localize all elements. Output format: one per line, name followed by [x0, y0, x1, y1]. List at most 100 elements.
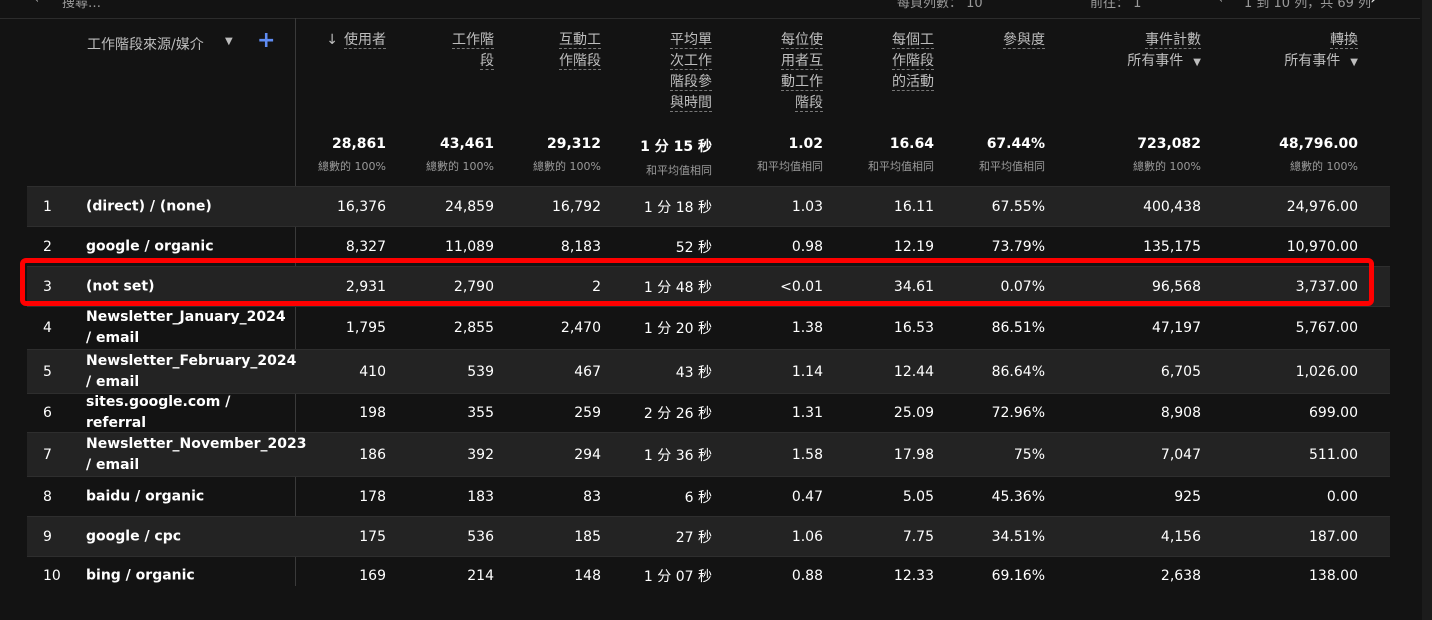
row-source-medium[interactable]: Newsletter_November_2023 / email [86, 434, 307, 476]
rows-per-page-label[interactable]: 每頁列數： 10 [897, 0, 983, 11]
cell-sessions: 392 [467, 446, 494, 463]
report-table: 工作階段來源/媒介 ▼ + ↓ 使用者 28,861 總數的 100% 工作階段 43,4… [27, 18, 1390, 595]
cell-sessions: 536 [467, 528, 494, 545]
cell-avg_time: 2 分 26 秒 [643, 406, 712, 422]
row-source-medium[interactable]: baidu / organic [86, 486, 286, 507]
cell-event_count: 4,156 [1160, 528, 1201, 545]
row-index: 7 [43, 446, 52, 463]
cell-users: 410 [359, 363, 386, 380]
cell-sessions: 24,859 [445, 198, 494, 215]
cell-engagement_rate: 86.51% [991, 320, 1045, 336]
event-filter-dropdown[interactable]: 所有事件 ▼ [1284, 51, 1358, 73]
cell-avg_time: 6 秒 [684, 489, 712, 506]
table-row[interactable]: 6 sites.google.com / referral 198 355 259 2 分… [27, 393, 1390, 432]
cell-eng_per_user: 0.47 [791, 488, 823, 505]
column-header-avg_time[interactable]: 平均單 次工作 階段參 與時間 [670, 30, 712, 114]
back-arrow-icon[interactable]: ‹ [34, 0, 39, 7]
cell-engaged: 8,183 [560, 238, 601, 255]
table-row[interactable]: 1 (direct) / (none) 16,376 24,859 16,792 1 分 … [27, 186, 1390, 226]
cell-users: 1,795 [345, 320, 386, 336]
cell-engaged: 467 [574, 363, 601, 380]
cell-conversions: 1,026.00 [1295, 363, 1358, 380]
cell-engaged: 294 [574, 446, 601, 463]
cell-avg_time: 1 分 36 秒 [643, 447, 712, 464]
total-event_count: 723,082 總數的 100% [1133, 136, 1201, 173]
search-label[interactable]: 搜尋… [62, 0, 101, 11]
add-dimension-icon[interactable]: + [257, 30, 275, 52]
column-header-conversions[interactable]: 轉換 所有事件 ▼ [1284, 30, 1358, 73]
total-events_per_session: 16.64 和平均值相同 [868, 136, 934, 173]
table-row[interactable]: 4 Newsletter_January_2024 / email 1,795 2,8… [27, 306, 1390, 349]
page-range-text: 1 到 10 列，共 69 列 [1244, 0, 1372, 11]
dimension-dropdown-icon[interactable]: ▼ [225, 36, 233, 47]
column-header-events_per_session[interactable]: 每個工 作階段 的活動 [892, 30, 934, 93]
cell-engagement_rate: 45.36% [991, 488, 1045, 505]
cell-users: 16,376 [337, 198, 386, 215]
cell-events_per_session: 5.05 [902, 488, 934, 505]
total-engaged: 29,312 總數的 100% [533, 136, 601, 173]
dimension-header[interactable]: 工作階段來源/媒介 [87, 34, 204, 54]
cell-conversions: 5,767.00 [1295, 320, 1358, 336]
cell-avg_time: 1 分 20 秒 [643, 321, 712, 337]
next-page-icon[interactable]: › [1370, 0, 1377, 9]
cell-engagement_rate: 75% [1013, 446, 1045, 463]
cell-engaged: 185 [574, 528, 601, 545]
total-engagement_rate: 67.44% 和平均值相同 [979, 136, 1045, 173]
total-conversions: 48,796.00 總數的 100% [1279, 136, 1358, 173]
row-source-medium[interactable]: bing / organic [86, 566, 286, 587]
row-index: 9 [43, 528, 52, 545]
cell-conversions: 511.00 [1309, 446, 1358, 463]
cell-conversions: 10,970.00 [1286, 238, 1358, 255]
row-source-medium[interactable]: (direct) / (none) [86, 196, 286, 217]
cell-engagement_rate: 34.51% [991, 528, 1045, 545]
row-source-medium[interactable]: google / organic [86, 236, 286, 257]
cell-event_count: 925 [1174, 488, 1201, 505]
prev-page-icon[interactable]: ‹ [1218, 0, 1223, 7]
cell-conversions: 699.00 [1309, 405, 1358, 421]
total-eng_per_user: 1.02 和平均值相同 [757, 136, 823, 173]
cell-event_count: 8,908 [1160, 405, 1201, 421]
table-row[interactable]: 7 Newsletter_November_2023 / email 186 392 2… [27, 432, 1390, 476]
column-header-users[interactable]: ↓ 使用者 [326, 30, 386, 51]
chevron-down-icon: ▼ [1193, 57, 1201, 68]
row-source-medium[interactable]: Newsletter_January_2024 / email [86, 307, 286, 349]
table-header: 工作階段來源/媒介 ▼ + ↓ 使用者 28,861 總數的 100% 工作階段 43,4… [27, 18, 1390, 186]
table-row[interactable]: 5 Newsletter_February_2024 / email 410 539 4… [27, 349, 1390, 393]
row-source-medium[interactable]: sites.google.com / referral [86, 392, 286, 434]
cell-events_per_session: 7.75 [902, 528, 934, 545]
cell-eng_per_user: 1.14 [791, 363, 823, 380]
table-row[interactable]: 8 baidu / organic 178 183 83 6 秒 0.47 5.05 45.36… [27, 476, 1390, 516]
cell-sessions: 2,855 [453, 320, 494, 336]
row-index: 2 [43, 238, 52, 255]
goto-label[interactable]: 前往： 1 [1090, 0, 1141, 11]
cell-events_per_session: 16.53 [893, 320, 934, 336]
column-header-engaged[interactable]: 互動工 作階段 [559, 30, 601, 72]
cell-sessions: 355 [467, 405, 494, 421]
pagination-bar: ‹ 搜尋… 每頁列數： 10 前往： 1 ‹ 1 到 10 列，共 69 列 › [0, 0, 1420, 19]
total-sessions: 43,461 總數的 100% [426, 136, 494, 173]
table-row[interactable]: 10 bing / organic 169 214 148 1 分 07 秒 0.88 12.… [27, 556, 1390, 595]
cell-conversions: 24,976.00 [1286, 198, 1358, 215]
cell-events_per_session: 12.44 [893, 363, 934, 380]
table-row[interactable]: 9 google / cpc 175 536 185 27 秒 1.06 7.75 34.51%… [27, 516, 1390, 556]
cell-conversions: 138.00 [1309, 568, 1358, 584]
row-source-medium[interactable]: google / cpc [86, 526, 286, 547]
scrollbar[interactable] [1422, 0, 1432, 620]
column-header-event_count[interactable]: 事件計數 所有事件 ▼ [1127, 30, 1201, 73]
cell-engagement_rate: 67.55% [991, 198, 1045, 215]
cell-engaged: 259 [574, 405, 601, 421]
column-header-engagement_rate[interactable]: 參與度 [1003, 30, 1045, 51]
sort-down-icon[interactable]: ↓ [326, 32, 338, 48]
cell-engaged: 83 [583, 488, 601, 505]
event-filter-dropdown[interactable]: 所有事件 ▼ [1127, 51, 1201, 73]
column-header-eng_per_user[interactable]: 每位使 用者互 動工作 階段 [781, 30, 823, 114]
row-source-medium[interactable]: Newsletter_February_2024 / email [86, 351, 296, 393]
total-avg_time: 1 分 15 秒和平均值相同 [640, 139, 712, 177]
cell-avg_time: 1 分 18 秒 [643, 199, 712, 216]
cell-users: 178 [359, 488, 386, 505]
cell-users: 186 [359, 446, 386, 463]
row-index: 10 [43, 568, 61, 584]
cell-event_count: 400,438 [1143, 198, 1201, 215]
cell-sessions: 183 [467, 488, 494, 505]
column-header-sessions[interactable]: 工作階段 [452, 30, 494, 72]
